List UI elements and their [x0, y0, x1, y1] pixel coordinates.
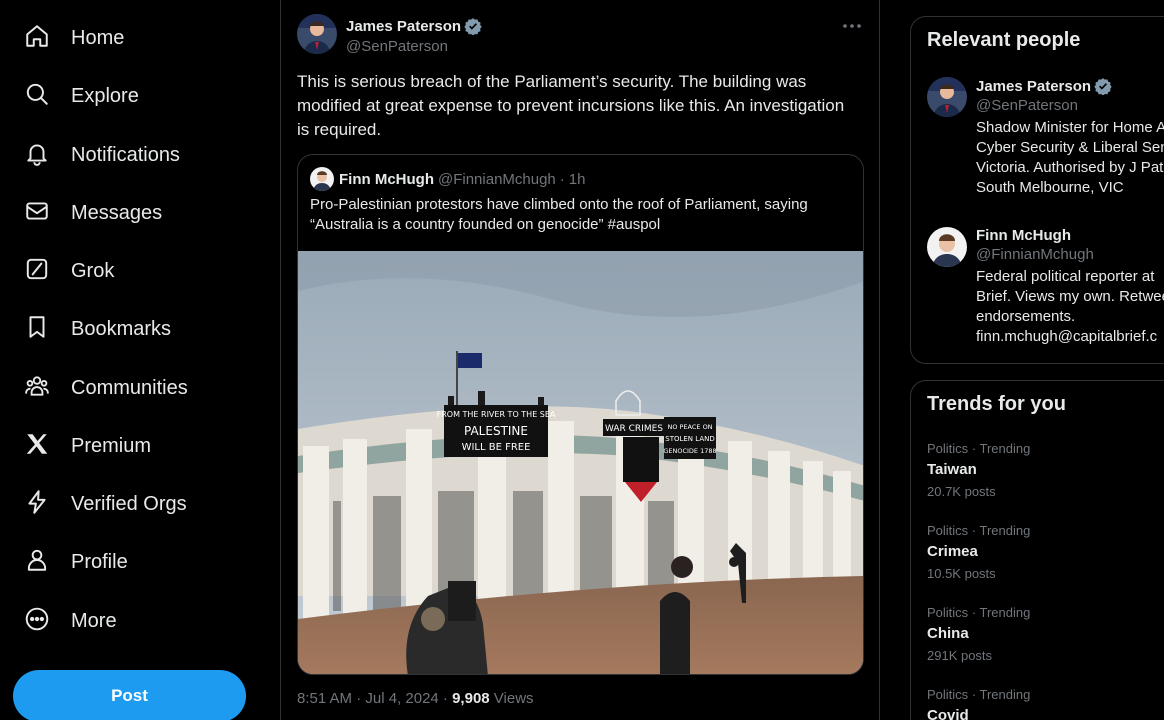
quoted-tweet-text: Pro-Palestinian protestors have climbed …: [310, 196, 808, 233]
quoted-tweet-header: Finn McHugh @FinnianMchugh · 1h: [310, 167, 585, 191]
nav-item-grok[interactable]: Grok: [14, 246, 124, 296]
avatar[interactable]: [927, 77, 967, 117]
trends-title: Trends for you: [927, 393, 1066, 415]
bell-icon: [24, 140, 50, 171]
nav-label-premium: Premium: [71, 434, 152, 457]
nav-label-verified-orgs: Verified Orgs: [71, 492, 187, 515]
tweet-metadata: 8:51 AM · Jul 4, 2024 · 9,908 Views: [297, 690, 534, 707]
trend-item[interactable]: Politics · Trending China 291K posts: [927, 605, 1030, 663]
person-icon: [24, 547, 50, 578]
relevant-person-handle: @FinnianMchugh: [976, 246, 1094, 263]
nav-item-explore[interactable]: Explore: [14, 71, 149, 121]
left-navigation: Home Explore Notifications Messages Grok…: [0, 0, 280, 720]
relevant-person-name-text: James Paterson: [976, 77, 1092, 95]
nav-item-messages[interactable]: Messages: [14, 188, 172, 238]
relevant-person[interactable]: James Paterson @SenPaterson Shadow Minis…: [927, 77, 1164, 198]
nav-label-more: More: [71, 609, 117, 632]
tweet-author-handle[interactable]: @SenPaterson: [346, 38, 482, 55]
nav-label-explore: Explore: [71, 84, 139, 107]
trend-post-count: 20.7K posts: [927, 484, 996, 499]
nav-item-profile[interactable]: Profile: [14, 537, 138, 587]
nav-label-home: Home: [71, 26, 125, 49]
nav-item-more[interactable]: More: [14, 596, 127, 646]
relevant-people-card: Relevant people James Paterson @SenPater…: [910, 16, 1164, 364]
bookmark-icon: [24, 314, 50, 345]
nav-item-bookmarks[interactable]: Bookmarks: [14, 304, 181, 354]
relevant-person-name: James Paterson: [976, 77, 1164, 95]
nav-item-verified-orgs[interactable]: Verified Orgs: [14, 479, 197, 529]
more-options-icon[interactable]: [841, 16, 863, 36]
people-icon: [24, 373, 50, 404]
trend-category: Politics · Trending: [927, 687, 1031, 702]
verified-badge-icon: [1094, 78, 1112, 95]
trend-post-count: 10.5K posts: [927, 566, 996, 581]
trend-name: China: [927, 625, 969, 642]
relevant-people-title: Relevant people: [927, 29, 1081, 51]
trend-item[interactable]: Politics · Trending Crimea 10.5K posts: [927, 523, 1030, 581]
banner-right-line3: GENOCIDE 1788: [663, 447, 716, 455]
view-count: 9,908: [452, 690, 490, 707]
parliament-protest-photo[interactable]: FROM THE RIVER TO THE SEA PALESTINE WILL…: [298, 251, 864, 675]
banner-left: WAR CRIMES: [605, 424, 663, 434]
home-icon: [24, 23, 50, 54]
tweet-timestamp[interactable]: 8:51 AM · Jul 4, 2024 ·: [297, 690, 452, 707]
trends-card: Trends for you Politics · Trending Taiwa…: [910, 380, 1164, 720]
banner-right-line2: STOLEN LAND: [665, 435, 715, 443]
trend-item[interactable]: Politics · Trending Covid: [927, 687, 1030, 720]
post-button[interactable]: Post: [13, 670, 246, 720]
tweet-header: James Paterson @SenPaterson: [297, 14, 482, 55]
trend-item[interactable]: Politics · Trending Taiwan 20.7K posts: [927, 441, 1030, 499]
nav-item-notifications[interactable]: Notifications: [14, 130, 190, 180]
relevant-person-handle: @SenPaterson: [976, 97, 1078, 114]
nav-item-home[interactable]: Home: [14, 13, 134, 63]
trend-name: Covid: [927, 707, 969, 720]
author-name-text: James Paterson: [346, 17, 462, 35]
tweet-author-name[interactable]: James Paterson: [346, 17, 482, 35]
nav-item-communities[interactable]: Communities: [14, 363, 198, 413]
quoted-author-name: Finn McHugh: [339, 170, 434, 188]
x-logo-icon: [24, 431, 50, 462]
banner-main-line1: FROM THE RIVER TO THE SEA: [437, 410, 556, 419]
tweet-text: This is serious breach of the Parliament…: [297, 72, 845, 139]
nav-label-bookmarks: Bookmarks: [71, 317, 172, 340]
trend-category: Politics · Trending: [927, 523, 1031, 538]
trend-name: Taiwan: [927, 461, 977, 478]
banner-right-line1: NO PEACE ON: [667, 423, 712, 431]
more-circle-icon: [24, 606, 50, 637]
quoted-author-handle: @FinnianMchugh: [437, 170, 556, 188]
quoted-tweet[interactable]: Finn McHugh @FinnianMchugh · 1h Pro-Pale…: [297, 154, 864, 675]
nav-label-profile: Profile: [71, 550, 128, 573]
nav-label-grok: Grok: [71, 259, 115, 282]
nav-label-notifications: Notifications: [71, 143, 180, 166]
relevant-person-bio: Shadow Minister for Home A Cyber Securit…: [976, 119, 1164, 196]
nav-label-communities: Communities: [71, 376, 188, 399]
relevant-person-name: Finn McHugh: [976, 227, 1071, 244]
views-label: Views: [489, 690, 534, 707]
envelope-icon: [24, 198, 50, 229]
lightning-icon: [24, 489, 50, 520]
nav-item-premium[interactable]: Premium: [14, 421, 161, 471]
relevant-person[interactable]: Finn McHugh @FinnianMchugh Federal polit…: [927, 227, 1164, 347]
grok-icon: [24, 256, 50, 287]
quoted-avatar: [310, 167, 334, 191]
avatar[interactable]: [297, 14, 337, 54]
nav-label-messages: Messages: [71, 201, 163, 224]
quoted-separator: ·: [559, 170, 565, 188]
search-icon: [24, 81, 50, 112]
trend-post-count: 291K posts: [927, 648, 993, 663]
banner-main-line3: WILL BE FREE: [462, 442, 531, 453]
banner-main-line2: PALESTINE: [464, 424, 528, 438]
trend-category: Politics · Trending: [927, 441, 1031, 456]
verified-badge-icon: [464, 18, 482, 35]
quoted-timestamp: 1h: [568, 170, 586, 188]
relevant-person-bio: Federal political reporter at Brief. Vie…: [976, 268, 1164, 345]
avatar[interactable]: [927, 227, 967, 267]
tweet-detail: James Paterson @SenPaterson This is seri…: [280, 0, 880, 720]
trend-category: Politics · Trending: [927, 605, 1031, 620]
trend-name: Crimea: [927, 543, 978, 560]
